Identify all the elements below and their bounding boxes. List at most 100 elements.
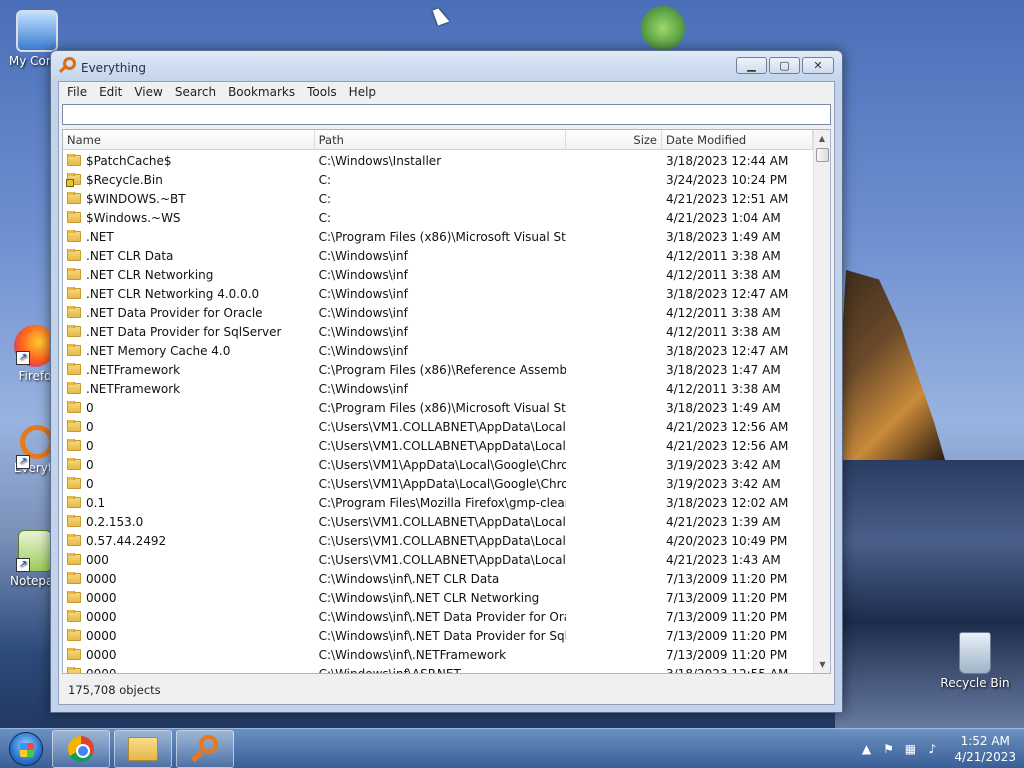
table-row[interactable]: 0000 C:\Windows\inf\ASP.NET 3/18/2023 12:5…: [63, 664, 813, 673]
taskbar-chrome[interactable]: [52, 729, 110, 768]
table-row[interactable]: .NETFramework C:\Program Files (x86)\Refe…: [63, 360, 813, 379]
column-header-size[interactable]: Size: [566, 130, 662, 149]
folder-icon: [67, 419, 81, 432]
column-header-date-modified[interactable]: Date Modified: [662, 130, 814, 149]
volume-muted-icon[interactable]: ♪: [924, 741, 940, 757]
system-tray: ▲ ⚑ ▦ ♪ 1:52 AM 4/21/2023: [858, 733, 1016, 765]
search-input[interactable]: [62, 104, 831, 125]
cell-path: C:\Users\VM1.COLLABNET\AppData\Local\G..…: [318, 552, 567, 567]
table-row[interactable]: $WINDOWS.~BT C: 4/21/2023 12:51 AM: [63, 189, 813, 208]
column-header-path[interactable]: Path: [315, 130, 567, 149]
cell-name-text: 0000: [86, 609, 117, 624]
computer-icon: [16, 10, 58, 52]
cell-date-modified: 3/18/2023 12:47 AM: [666, 286, 789, 301]
table-row[interactable]: 0 C:\Program Files (x86)\Microsoft Visual…: [63, 398, 813, 417]
cell-name: $PatchCache$: [63, 153, 315, 168]
table-row[interactable]: 000 C:\Users\VM1.COLLABNET\AppData\Local\…: [63, 550, 813, 569]
cell-name: .NETFramework: [63, 381, 315, 396]
table-row[interactable]: 0000 C:\Windows\inf\.NET Data Provider fo…: [63, 607, 813, 626]
action-center-icon[interactable]: ⚑: [880, 741, 896, 757]
taskbar-explorer[interactable]: [114, 729, 172, 768]
table-row[interactable]: 0 C:\Users\VM1.COLLABNET\AppData\Local\G.…: [63, 417, 813, 436]
table-row[interactable]: .NET CLR Networking C:\Windows\inf 4/12/20…: [63, 265, 813, 284]
cell-date-modified: 4/21/2023 1:43 AM: [666, 552, 781, 567]
table-row[interactable]: .NET CLR Networking 4.0.0.0 C:\Windows\in…: [63, 284, 813, 303]
start-button[interactable]: [4, 729, 48, 768]
everything-icon: [190, 734, 220, 764]
table-row[interactable]: .NET Data Provider for SqlServer C:\Windo…: [63, 322, 813, 341]
menu-help[interactable]: Help: [343, 85, 382, 99]
cell-name-text: .NET Memory Cache 4.0: [86, 343, 231, 358]
table-row[interactable]: 0000 C:\Windows\inf\.NETFramework 7/13/200…: [63, 645, 813, 664]
results-list[interactable]: Name Path Size Date Modified $PatchCache…: [62, 129, 831, 674]
table-row[interactable]: 0.2.153.0 C:\Users\VM1.COLLABNET\AppData\…: [63, 512, 813, 531]
cell-name-text: .NET CLR Networking 4.0.0.0: [86, 286, 260, 301]
menu-search[interactable]: Search: [169, 85, 222, 99]
folder-icon: [67, 514, 81, 527]
table-row[interactable]: .NET Memory Cache 4.0 C:\Windows\inf 3/18/…: [63, 341, 813, 360]
table-row[interactable]: .NET CLR Data C:\Windows\inf 4/12/2011 3:3…: [63, 246, 813, 265]
show-hidden-icons-icon[interactable]: ▲: [858, 741, 874, 757]
cell-name-text: 000: [86, 552, 109, 567]
everything-window[interactable]: Everything ▁ ▢ ✕ File Edit View Search B…: [50, 50, 843, 713]
cell-name-text: .NET CLR Data: [86, 248, 174, 263]
menu-edit[interactable]: Edit: [93, 85, 128, 99]
cell-name: $WINDOWS.~BT: [63, 191, 315, 206]
table-row[interactable]: 0.1 C:\Program Files\Mozilla Firefox\gmp-…: [63, 493, 813, 512]
column-header-name[interactable]: Name: [63, 130, 315, 149]
table-row[interactable]: 0 C:\Users\VM1\AppData\Local\Google\Chro.…: [63, 455, 813, 474]
shortcut-arrow-icon: ↗: [16, 455, 30, 469]
minimize-button[interactable]: ▁: [736, 56, 767, 74]
cell-path: C:\Windows\inf: [318, 248, 408, 263]
cell-name-text: $Recycle.Bin: [86, 172, 163, 187]
menu-tools[interactable]: Tools: [301, 85, 343, 99]
table-row[interactable]: 0000 C:\Windows\inf\.NET Data Provider fo…: [63, 626, 813, 645]
table-row[interactable]: 0.57.44.2492 C:\Users\VM1.COLLABNET\AppDa…: [63, 531, 813, 550]
clock[interactable]: 1:52 AM 4/21/2023: [954, 733, 1016, 765]
desktop-icon-recycle-bin[interactable]: Recycle Bin: [940, 632, 1010, 690]
cell-date-modified: 3/18/2023 1:49 AM: [666, 229, 781, 244]
menu-bookmarks[interactable]: Bookmarks: [222, 85, 301, 99]
folder-icon: [67, 229, 81, 242]
table-row[interactable]: 0 C:\Users\VM1.COLLABNET\AppData\Local\G.…: [63, 436, 813, 455]
vertical-scrollbar[interactable]: ▲ ▼: [813, 130, 830, 673]
clock-date: 4/21/2023: [954, 749, 1016, 764]
maximize-button[interactable]: ▢: [769, 56, 800, 74]
table-row[interactable]: .NET C:\Program Files (x86)\Microsoft Vis…: [63, 227, 813, 246]
cell-name: .NET Data Provider for Oracle: [63, 305, 315, 320]
desktop-icon-windows[interactable]: [628, 6, 698, 52]
menu-view[interactable]: View: [128, 85, 168, 99]
table-row[interactable]: .NET Data Provider for Oracle C:\Windows\…: [63, 303, 813, 322]
cell-date-modified: 3/18/2023 1:47 AM: [666, 362, 781, 377]
table-row[interactable]: 0000 C:\Windows\inf\.NET CLR Networking 7/…: [63, 588, 813, 607]
taskbar-everything[interactable]: [176, 729, 234, 768]
results-rows: $PatchCache$ C:\Windows\Installer 3/18/202…: [63, 151, 813, 673]
folder-icon: [67, 324, 81, 337]
table-row[interactable]: $Windows.~WS C: 4/21/2023 1:04 AM: [63, 208, 813, 227]
table-row[interactable]: .NETFramework C:\Windows\inf 4/12/2011 3:3…: [63, 379, 813, 398]
table-row[interactable]: $PatchCache$ C:\Windows\Installer 3/18/202…: [63, 151, 813, 170]
cell-path: C:: [318, 172, 332, 187]
cell-date-modified: 7/13/2009 11:20 PM: [666, 609, 788, 624]
cell-date-modified: 3/18/2023 12:47 AM: [666, 343, 789, 358]
folder-icon: [67, 628, 81, 641]
cell-name: 0000: [63, 647, 315, 662]
scroll-thumb[interactable]: [816, 148, 829, 162]
table-row[interactable]: 0 C:\Users\VM1\AppData\Local\Google\Chro.…: [63, 474, 813, 493]
table-row[interactable]: 0000 C:\Windows\inf\.NET CLR Data 7/13/200…: [63, 569, 813, 588]
cell-name: 0000: [63, 666, 315, 673]
network-icon[interactable]: ▦: [902, 741, 918, 757]
folder-icon: [67, 267, 81, 280]
cell-date-modified: 4/12/2011 3:38 AM: [666, 248, 781, 263]
cell-date-modified: 7/13/2009 11:20 PM: [666, 590, 788, 605]
mouse-cursor: [432, 6, 450, 26]
scroll-down-icon[interactable]: ▼: [814, 656, 830, 673]
cell-date-modified: 4/12/2011 3:38 AM: [666, 267, 781, 282]
window-titlebar[interactable]: Everything ▁ ▢ ✕: [51, 51, 842, 81]
locked-folder-icon: [66, 172, 81, 187]
menu-file[interactable]: File: [61, 85, 93, 99]
close-button[interactable]: ✕: [802, 56, 834, 74]
cell-name: 0: [63, 438, 315, 453]
table-row[interactable]: $Recycle.Bin C: 3/24/2023 10:24 PM: [63, 170, 813, 189]
scroll-up-icon[interactable]: ▲: [814, 130, 830, 147]
